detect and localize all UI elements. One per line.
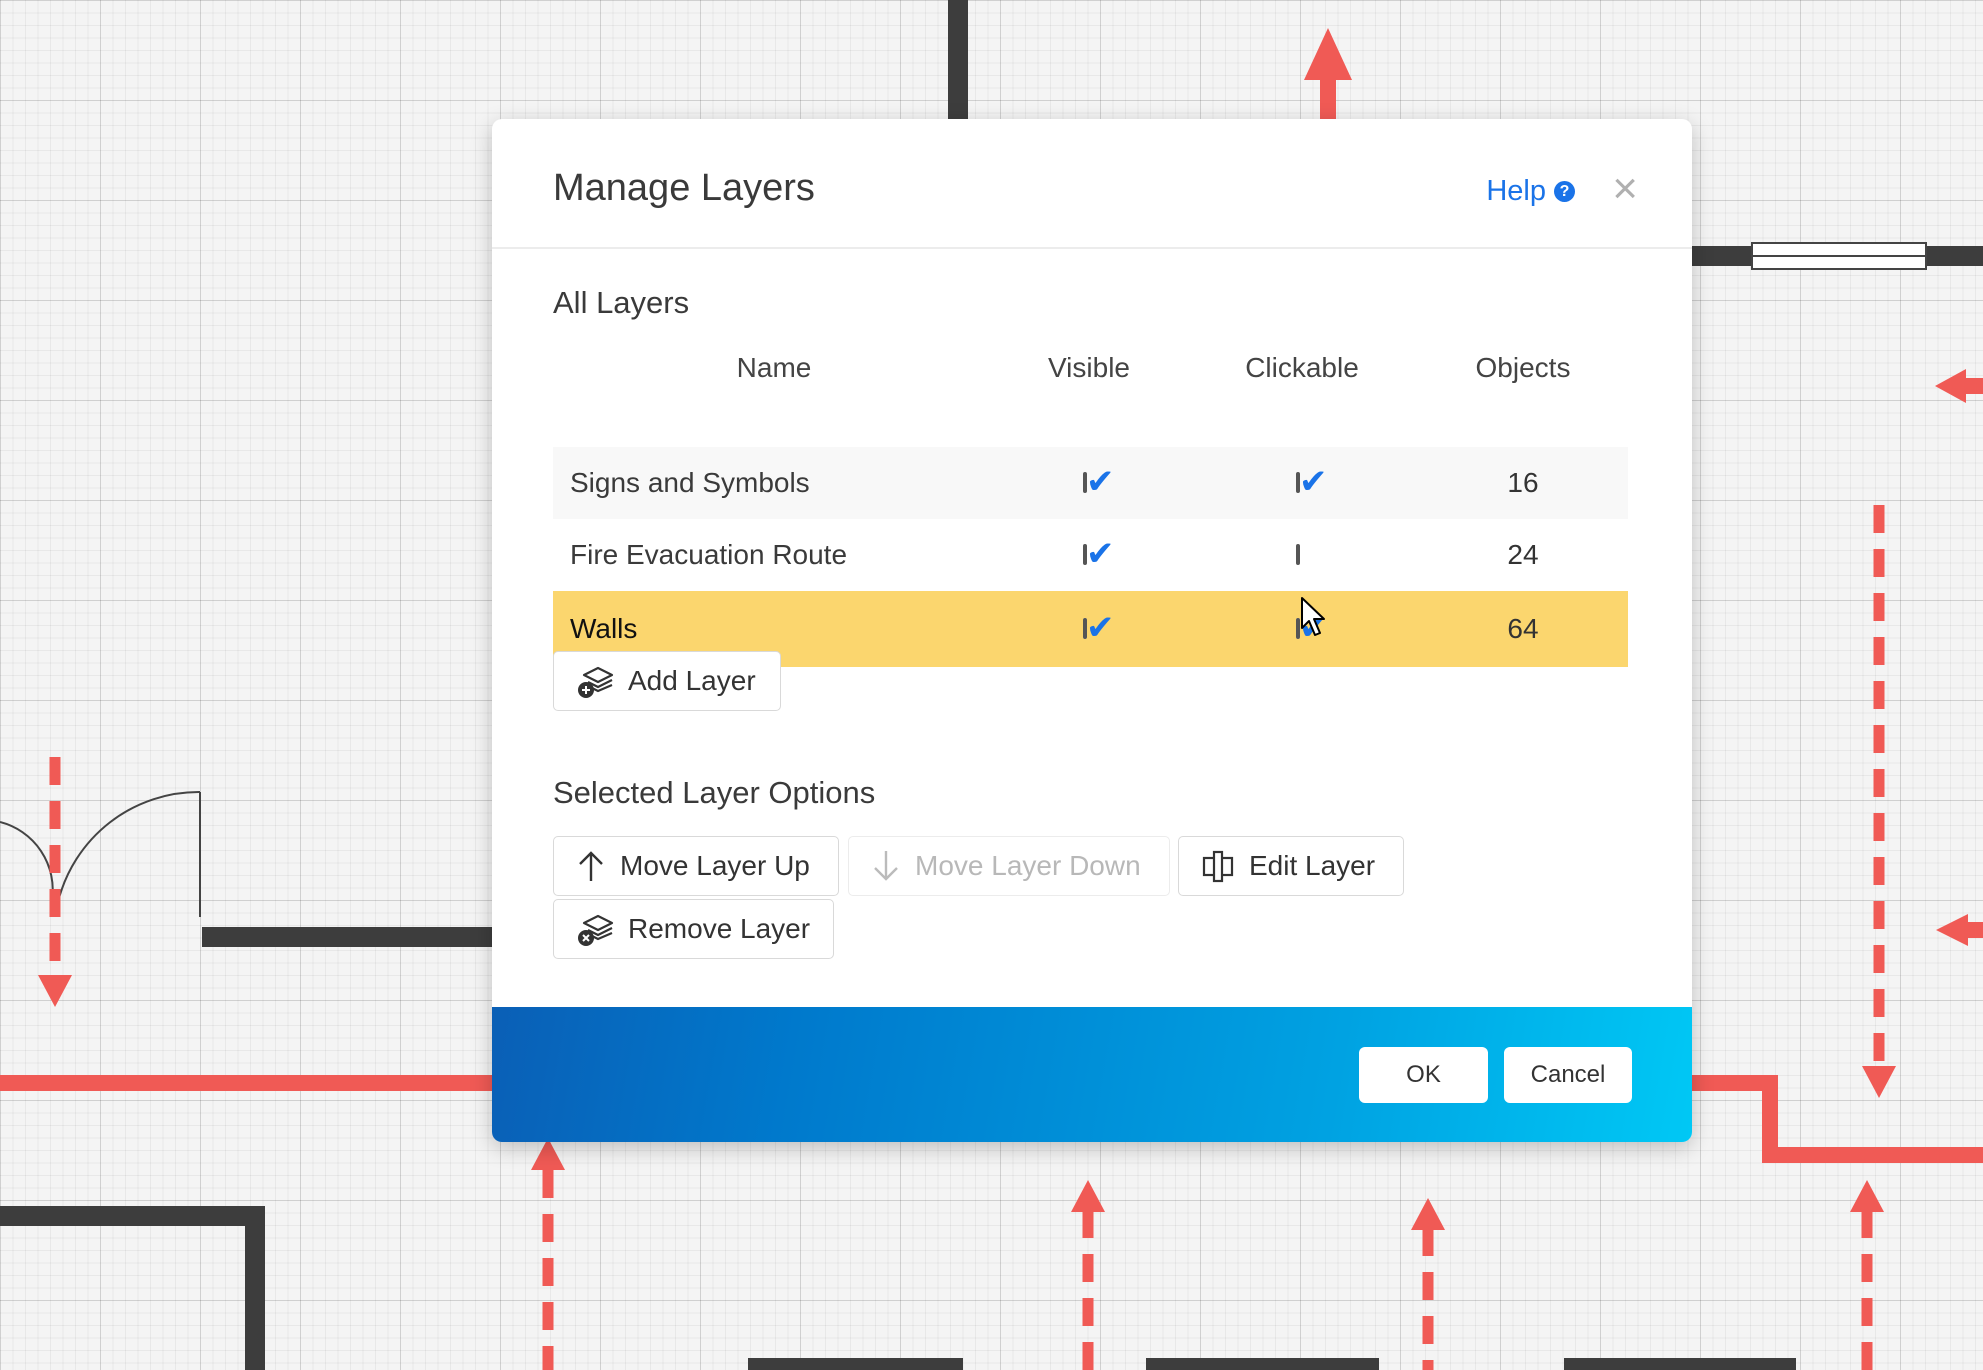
checkmark-icon: ✔ [1299,463,1328,501]
remove-layer-icon [578,914,614,946]
manage-layers-dialog: Manage Layers Help ? × All Layers Name V… [492,119,1692,1142]
layer-name: Walls [570,613,638,644]
visible-checkbox[interactable]: ✔ [1083,537,1115,571]
move-layer-up-label: Move Layer Up [620,850,810,881]
object-count: 24 [1507,539,1539,570]
help-link[interactable]: Help ? [1486,175,1575,208]
help-icon: ? [1554,181,1575,202]
column-header-clickable: Clickable [1245,352,1359,383]
add-layer-icon [578,666,614,698]
edit-layer-icon [1202,850,1234,883]
table-row[interactable]: Signs and Symbols ✔ ✔ 16 [553,447,1628,519]
visible-checkbox[interactable]: ✔ [1083,611,1115,645]
cancel-button[interactable]: Cancel [1504,1047,1632,1103]
add-layer-label: Add Layer [628,665,756,696]
column-header-objects: Objects [1475,352,1571,383]
move-layer-up-button[interactable]: Move Layer Up [553,836,839,896]
arrow-down-icon [874,851,898,881]
dialog-title: Manage Layers [553,167,815,209]
clickable-checkbox[interactable]: ✔ [1296,544,1300,565]
layer-name: Signs and Symbols [570,467,810,498]
window-symbol [1751,242,1927,270]
checkmark-icon: ✔ [1086,463,1115,501]
visible-checkbox[interactable]: ✔ [1083,465,1115,499]
clickable-checkbox[interactable]: ✔ [1296,465,1328,499]
clickable-checkbox[interactable]: ✔ [1296,611,1328,645]
column-header-visible: Visible [1048,352,1130,383]
object-count: 64 [1507,613,1539,644]
door-symbol [0,790,201,917]
dialog-header: Manage Layers Help ? × [492,119,1692,249]
move-layer-down-label: Move Layer Down [915,850,1141,881]
remove-layer-label: Remove Layer [628,913,811,944]
help-label: Help [1486,175,1546,207]
add-layer-button[interactable]: Add Layer [553,651,781,711]
edit-layer-button[interactable]: Edit Layer [1178,836,1404,896]
remove-layer-button[interactable]: Remove Layer [553,899,834,959]
column-header-name: Name [736,352,812,383]
object-count: 16 [1507,467,1539,498]
checkmark-icon: ✔ [1086,535,1115,573]
layers-table-header: Name Visible Clickable Objects [553,352,1628,392]
dialog-footer: OK Cancel [492,1007,1692,1142]
ok-button[interactable]: OK [1359,1047,1488,1103]
checkmark-icon: ✔ [1086,609,1115,647]
edit-layer-label: Edit Layer [1249,850,1376,881]
move-layer-down-button[interactable]: Move Layer Down [848,836,1170,896]
checkmark-icon: ✔ [1299,609,1328,647]
layer-name: Fire Evacuation Route [570,539,848,570]
table-row[interactable]: Fire Evacuation Route ✔ ✔ 24 [553,519,1628,591]
all-layers-heading: All Layers [553,285,690,320]
close-icon[interactable]: × [1612,167,1638,211]
arrow-up-icon [579,851,603,881]
selected-layer-options-heading: Selected Layer Options [553,775,876,810]
layers-table: Signs and Symbols ✔ ✔ 16 Fire Evacuation… [553,447,1628,667]
